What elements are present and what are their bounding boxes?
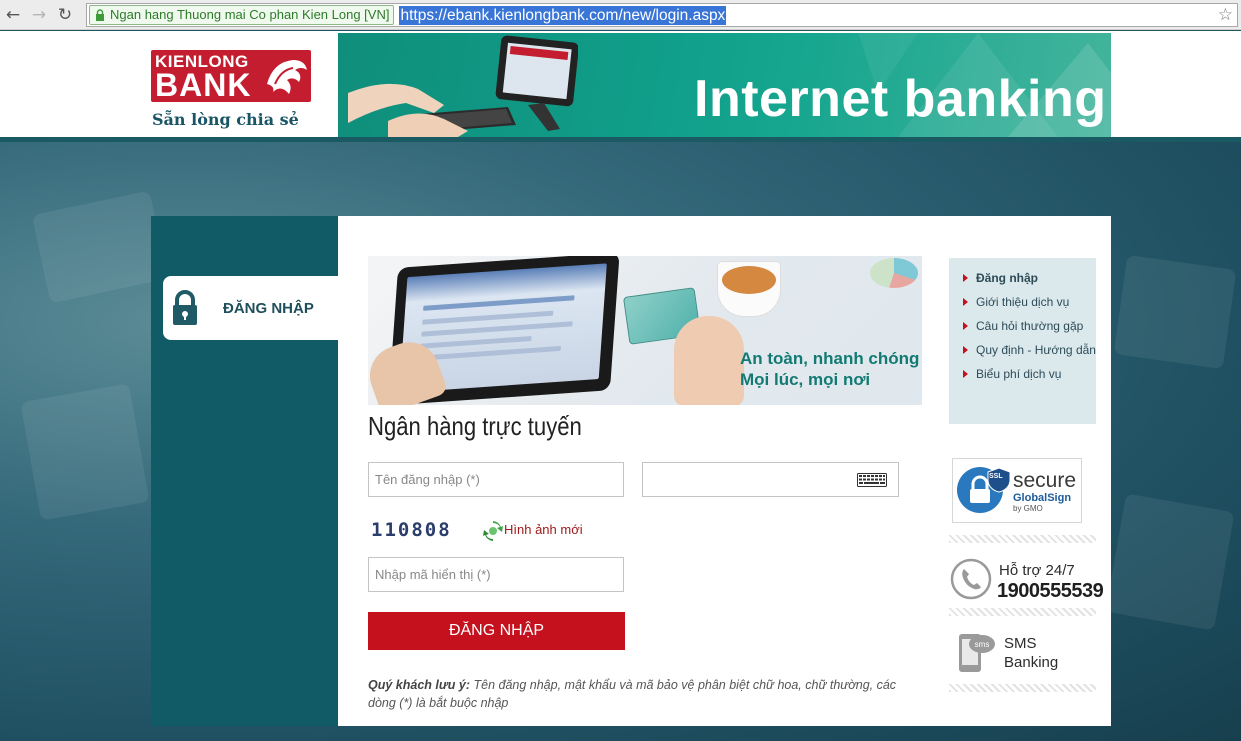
note-label: Quý khách lưu ý: (368, 678, 471, 692)
logo-slogan: Sẵn lòng chia sẻ (152, 110, 299, 129)
ssl-seal[interactable]: SSL secure GlobalSign by GMO (952, 458, 1082, 523)
support-hotline[interactable]: 1900555539 (997, 580, 1104, 603)
sidebar-item-faq[interactable]: Câu hỏi thường gặp (961, 318, 1096, 334)
ssl-shield-icon (987, 467, 1011, 493)
side-menu: Đăng nhập Giới thiệu dịch vụ Câu hỏi thư… (949, 258, 1096, 424)
url-text[interactable]: https://ebank.kienlongbank.com/new/login… (399, 5, 727, 25)
virtual-keyboard-icon[interactable] (857, 472, 887, 488)
divider (949, 535, 1096, 543)
logo-line2: BANK (155, 67, 252, 103)
tab-login[interactable]: ĐĂNG NHẬP (163, 276, 339, 340)
login-button[interactable]: ĐĂNG NHẬP (368, 612, 625, 650)
bullet-arrow-icon (963, 298, 968, 306)
banner-title: Internet banking (694, 70, 1107, 128)
hero-tagline-1: An toàn, nhanh chóng (740, 349, 920, 368)
ssl-badge: SSL (989, 473, 1003, 480)
page-title: Ngân hàng trực tuyến (368, 411, 582, 441)
forward-arrow-icon[interactable]: → (26, 3, 52, 27)
banner-tablet-illustration (348, 35, 578, 137)
ev-certificate-badge[interactable]: Ngan hang Thuong mai Co phan Kien Long [… (89, 5, 395, 25)
hero-tagline-2: Mọi lúc, mọi nơi (740, 370, 871, 389)
sms-banking-label-2: Banking (1004, 654, 1059, 671)
svg-text:sms: sms (975, 640, 990, 649)
support-label: Hỗ trợ 24/7 (999, 562, 1075, 579)
bullet-arrow-icon (963, 370, 968, 378)
refresh-captcha-icon[interactable] (483, 520, 503, 542)
sidebar-item-login[interactable]: Đăng nhập (961, 270, 1096, 286)
ssl-by-label: by GMO (1013, 504, 1043, 513)
refresh-captcha-link[interactable]: Hình ảnh mới (504, 522, 583, 537)
tab-login-label: ĐĂNG NHẬP (223, 300, 314, 317)
address-bar[interactable]: Ngan hang Thuong mai Co phan Kien Long [… (86, 3, 1238, 27)
login-note: Quý khách lưu ý: Tên đăng nhập, mật khẩu… (368, 676, 908, 712)
star-icon[interactable]: ☆ (1218, 5, 1233, 25)
divider (949, 684, 1096, 692)
sidebar-item-regulations[interactable]: Quy định - Hướng dẫn (961, 342, 1096, 358)
kienlongbank-logo[interactable]: KIENLONG BANK Sẵn lòng chia sẻ (151, 50, 313, 136)
dragon-logo-icon (267, 60, 307, 94)
sidebar-item-service-intro[interactable]: Giới thiệu dịch vụ (961, 294, 1096, 310)
sms-phone-icon: sms (959, 634, 995, 672)
browser-toolbar: ← → ↻ Ngan hang Thuong mai Co phan Kien … (0, 0, 1241, 30)
hero-banner: An toàn, nhanh chóng Mọi lúc, mọi nơi (368, 256, 922, 405)
header-banner: Internet banking (338, 33, 1111, 137)
ssl-brand-label: GlobalSign (1013, 492, 1072, 504)
tea-cup-illustration (718, 262, 780, 316)
ssl-secure-label: secure (1013, 469, 1077, 492)
phone-icon (950, 558, 992, 600)
hand-illustration (674, 316, 744, 405)
reload-icon[interactable]: ↻ (52, 3, 78, 27)
bullet-arrow-icon (963, 274, 968, 282)
sms-banking-label-1: SMS (1004, 635, 1037, 652)
captcha-image: 110808 (371, 519, 452, 541)
username-input[interactable] (368, 462, 624, 497)
pie-chart-decoration (870, 258, 918, 288)
lock-icon (96, 9, 104, 21)
divider (949, 608, 1096, 616)
bullet-arrow-icon (963, 322, 968, 330)
padlock-icon (173, 290, 197, 325)
ev-organization-label: Ngan hang Thuong mai Co phan Kien Long [… (110, 7, 390, 22)
captcha-input[interactable] (368, 557, 624, 592)
back-arrow-icon[interactable]: ← (0, 3, 26, 27)
bullet-arrow-icon (963, 346, 968, 354)
sidebar-item-fees[interactable]: Biểu phí dịch vụ (961, 366, 1096, 382)
